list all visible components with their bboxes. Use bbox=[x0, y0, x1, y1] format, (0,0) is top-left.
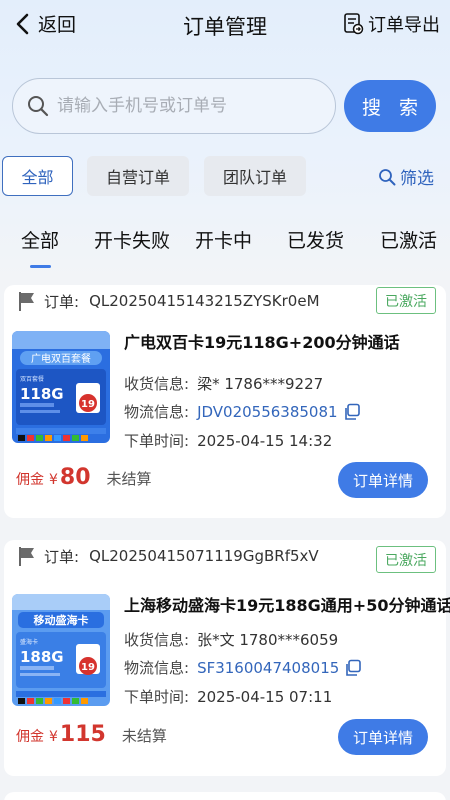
logistics-label: 物流信息: bbox=[124, 403, 190, 421]
logistics-label: 物流信息: bbox=[124, 659, 190, 677]
search-field[interactable] bbox=[12, 78, 336, 134]
product-name: 广电双百卡19元118G+200分钟通话 bbox=[124, 333, 400, 352]
currency-symbol: ¥ bbox=[49, 472, 58, 488]
commission-label: 佣金 bbox=[16, 472, 44, 488]
top-bar: 返回 订单管理 订单导出 bbox=[0, 0, 450, 50]
product-image: 广电双百套餐 双百套餐 118G 19 bbox=[12, 331, 110, 443]
tab-failed[interactable]: 开卡失败 bbox=[94, 226, 170, 253]
receiver-row: 收货信息: 张*文 1780***6059 bbox=[124, 629, 338, 650]
commission-label: 佣金 bbox=[16, 729, 44, 745]
search-icon bbox=[379, 168, 396, 185]
receiver-value: 张*文 1780***6059 bbox=[197, 631, 339, 649]
order-time-row: 下单时间: 2025-04-15 07:11 bbox=[124, 686, 332, 707]
search-bar: 搜 索 bbox=[12, 78, 438, 134]
thumb-subtitle: 双百套餐 bbox=[20, 375, 44, 383]
thumb-price: 19 bbox=[81, 399, 95, 410]
copy-icon[interactable] bbox=[343, 403, 361, 421]
export-label: 订单导出 bbox=[368, 15, 440, 36]
currency-symbol: ¥ bbox=[49, 729, 58, 745]
order-time-label: 下单时间: bbox=[124, 688, 190, 706]
thumb-data: 118G bbox=[20, 385, 64, 403]
commission-amount: 80 bbox=[59, 465, 91, 490]
receiver-row: 收货信息: 梁* 1786***9227 bbox=[124, 373, 323, 394]
chip-team[interactable]: 团队订单 bbox=[204, 156, 306, 196]
order-number-label: 订单: bbox=[44, 292, 80, 311]
logistics-row: 物流信息: JDV020556385081 bbox=[124, 401, 361, 422]
order-header: 订单: QL20250415071119GgBRf5xV bbox=[16, 545, 319, 567]
search-button[interactable]: 搜 索 bbox=[344, 80, 436, 132]
commission-amount: 115 bbox=[59, 722, 106, 747]
product-name: 上海移动盛海卡19元188G通用+50分钟通话 bbox=[124, 596, 450, 615]
receiver-label: 收货信息: bbox=[124, 631, 190, 649]
settlement-status: 未结算 bbox=[121, 727, 167, 745]
receiver-value: 梁* 1786***9227 bbox=[197, 375, 324, 393]
tab-activated[interactable]: 已激活 bbox=[380, 226, 437, 253]
thumb-data: 188G bbox=[20, 648, 64, 666]
status-badge: 已激活 bbox=[376, 546, 436, 573]
tab-in-progress[interactable]: 开卡中 bbox=[195, 226, 252, 253]
order-time-row: 下单时间: 2025-04-15 14:32 bbox=[124, 430, 332, 451]
receiver-label: 收货信息: bbox=[124, 375, 190, 393]
thumb-banner: 广电双百套餐 bbox=[31, 352, 91, 365]
search-icon bbox=[28, 96, 49, 117]
commission: 佣金 ¥ 80 未结算 bbox=[16, 465, 152, 490]
order-number: QL20250415071119GgBRf5xV bbox=[89, 547, 319, 565]
order-number: QL20250415143215ZYSKr0eM bbox=[89, 292, 320, 310]
active-tab-indicator bbox=[30, 265, 51, 268]
tracking-number[interactable]: JDV020556385081 bbox=[197, 403, 338, 421]
tab-shipped[interactable]: 已发货 bbox=[287, 226, 344, 253]
order-time-label: 下单时间: bbox=[124, 432, 190, 450]
export-orders-button[interactable]: 订单导出 bbox=[343, 11, 440, 37]
order-card: 订单: QL20250415071119GgBRf5xV 已激活 移动盛海卡 盛… bbox=[4, 540, 450, 776]
status-badge: 已激活 bbox=[376, 287, 436, 314]
order-type-filter: 全部 自营订单 团队订单 筛选 bbox=[0, 156, 450, 196]
copy-icon[interactable] bbox=[344, 659, 362, 677]
chip-self-operated[interactable]: 自营订单 bbox=[87, 156, 189, 196]
order-time: 2025-04-15 14:32 bbox=[197, 431, 333, 450]
thumb-price: 19 bbox=[81, 662, 95, 673]
search-input[interactable] bbox=[57, 96, 317, 116]
flag-icon bbox=[19, 292, 34, 311]
order-header: 订单: QL20250415143215ZYSKr0eM bbox=[16, 290, 320, 312]
order-time: 2025-04-15 07:11 bbox=[197, 687, 333, 706]
filter-button[interactable]: 筛选 bbox=[378, 164, 434, 189]
status-tabs: 全部 开卡失败 开卡中 已发货 已激活 bbox=[0, 222, 450, 272]
thumb-banner: 移动盛海卡 bbox=[34, 613, 89, 627]
product-image: 移动盛海卡 盛海卡 188G 19 bbox=[12, 594, 110, 706]
order-detail-button[interactable]: 订单详情 bbox=[338, 719, 428, 755]
filter-label: 筛选 bbox=[400, 169, 434, 189]
logistics-row: 物流信息: SF3160047408015 bbox=[124, 657, 362, 678]
chip-all[interactable]: 全部 bbox=[2, 156, 73, 196]
commission: 佣金 ¥ 115 未结算 bbox=[16, 722, 167, 747]
order-detail-button[interactable]: 订单详情 bbox=[338, 462, 428, 498]
export-document-icon bbox=[344, 13, 364, 35]
thumb-subtitle: 盛海卡 bbox=[20, 638, 38, 646]
settlement-status: 未结算 bbox=[106, 470, 152, 488]
order-number-label: 订单: bbox=[44, 547, 80, 566]
flag-icon bbox=[19, 547, 34, 566]
tab-all[interactable]: 全部 bbox=[21, 226, 59, 253]
order-card-partial bbox=[4, 792, 446, 800]
order-card: 订单: QL20250415143215ZYSKr0eM 已激活 广电双百套餐 … bbox=[4, 285, 446, 518]
tracking-number[interactable]: SF3160047408015 bbox=[197, 659, 339, 677]
